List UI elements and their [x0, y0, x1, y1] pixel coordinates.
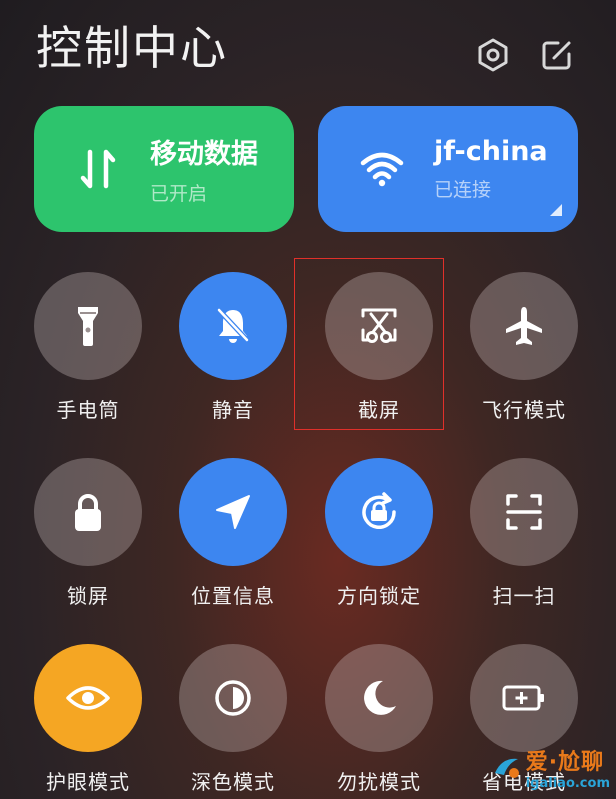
button-label: 锁屏 — [67, 584, 109, 608]
dark-mode-button[interactable]: 深色模式 — [160, 644, 306, 795]
button-label: 护眼模式 — [46, 770, 130, 794]
highlight-box — [294, 258, 444, 430]
flashlight-button[interactable]: 手电筒 — [15, 272, 161, 423]
lock-screen-button[interactable]: 锁屏 — [15, 458, 161, 609]
rotation-lock-icon — [325, 458, 433, 566]
bell-muted-icon — [179, 272, 287, 380]
watermark-main: 爱·尬聊 — [525, 750, 605, 775]
edit-icon[interactable] — [540, 38, 574, 72]
location-button[interactable]: 位置信息 — [160, 458, 306, 609]
scan-button[interactable]: 扫一扫 — [451, 458, 597, 609]
tile-name: jf-china — [434, 136, 548, 167]
button-label: 方向锁定 — [337, 584, 421, 608]
silent-button[interactable]: 静音 — [160, 272, 306, 423]
watermark-sub: igaliao.com — [525, 776, 610, 791]
airplane-icon — [470, 272, 578, 380]
button-label: 静音 — [212, 398, 254, 422]
button-label: 飞行模式 — [482, 398, 566, 422]
eye-icon — [34, 644, 142, 752]
button-label: 手电筒 — [56, 398, 120, 422]
eye-care-button[interactable]: 护眼模式 — [15, 644, 161, 795]
tile-status: 已连接 — [434, 179, 492, 201]
rotation-lock-button[interactable]: 方向锁定 — [306, 458, 452, 609]
flashlight-icon — [34, 272, 142, 380]
tile-status: 已开启 — [150, 183, 208, 205]
battery-saver-icon — [470, 644, 578, 752]
mobile-data-tile[interactable]: 移动数据 已开启 — [34, 106, 294, 232]
do-not-disturb-button[interactable]: 勿扰模式 — [306, 644, 452, 795]
button-label: 勿扰模式 — [337, 770, 421, 794]
button-label: 深色模式 — [191, 770, 275, 794]
settings-hexagon-icon[interactable] — [476, 38, 510, 72]
moon-icon — [325, 644, 433, 752]
lock-icon — [34, 458, 142, 566]
dark-mode-icon — [179, 644, 287, 752]
watermark: 爱·尬聊 igaliao.com — [492, 744, 610, 791]
location-arrow-icon — [179, 458, 287, 566]
page-title: 控制中心 — [36, 21, 228, 75]
tile-name: 移动数据 — [150, 139, 258, 170]
button-label: 位置信息 — [191, 584, 275, 608]
scan-icon — [470, 458, 578, 566]
button-label: 扫一扫 — [492, 584, 556, 608]
mobile-data-arrows-icon — [68, 139, 128, 199]
wifi-tile[interactable]: jf-china 已连接 — [318, 106, 578, 232]
watermark-logo-icon — [494, 758, 519, 778]
wifi-icon — [352, 139, 412, 199]
airplane-mode-button[interactable]: 飞行模式 — [451, 272, 597, 423]
expand-corner-icon[interactable] — [550, 204, 562, 216]
